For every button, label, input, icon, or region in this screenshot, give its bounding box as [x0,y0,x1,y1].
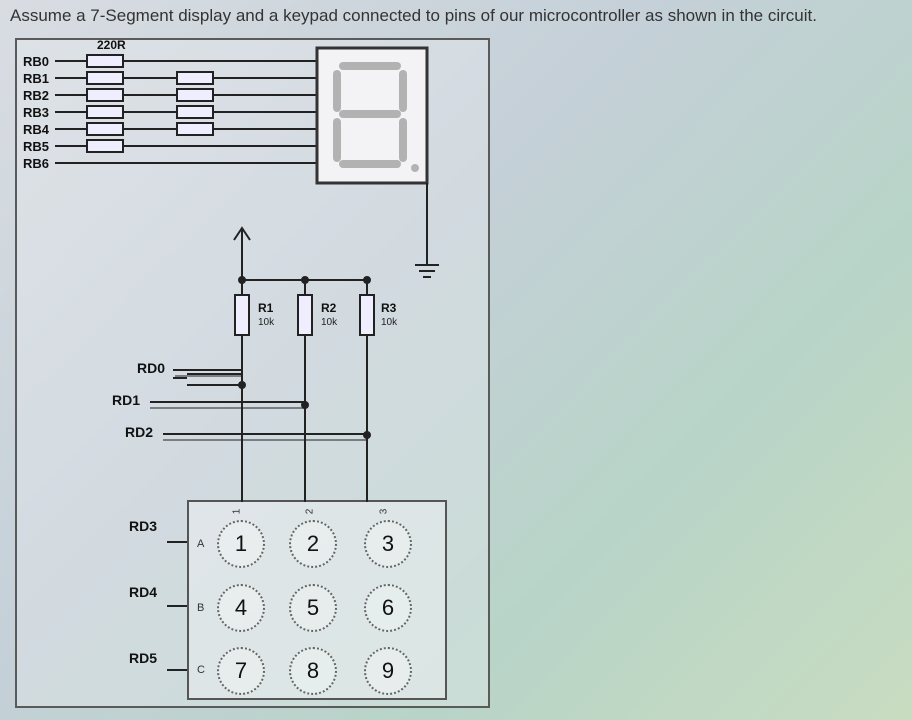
vcc-arrow-icon [234,228,370,283]
circuit-diagram: 220R RB0 RB1 RB2 RB3 RB4 RB5 RB6 R1 10k … [15,38,490,708]
instruction-text: Assume a 7-Segment display and a keypad … [10,6,817,26]
circuit-svg [17,40,492,710]
seven-segment-icon [317,48,427,183]
ground-icon [415,183,439,277]
